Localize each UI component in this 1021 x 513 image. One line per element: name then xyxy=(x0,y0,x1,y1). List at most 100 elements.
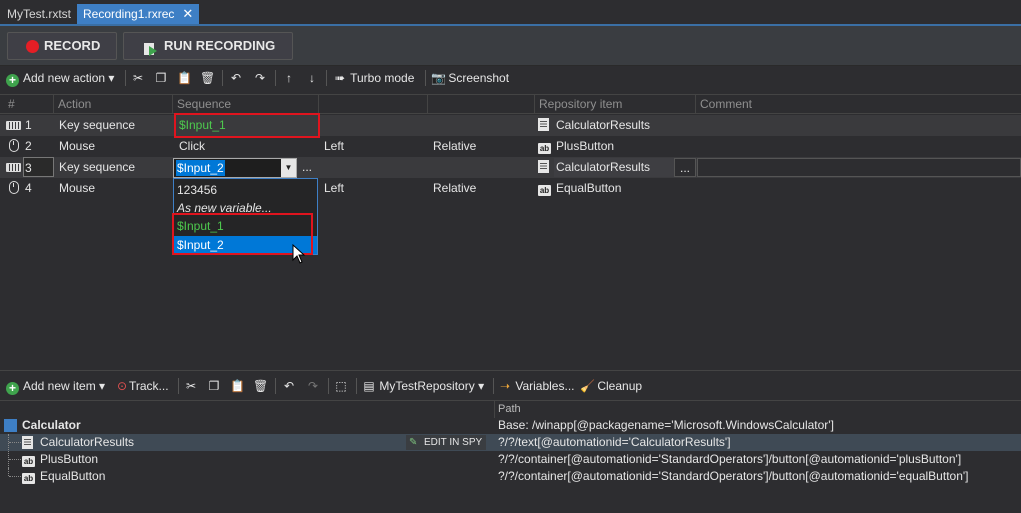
repository-icon: ▤ xyxy=(363,379,375,393)
repository-item-row[interactable]: ab EqualButton ?/?/container[@automation… xyxy=(0,468,1021,485)
sequence-more-button[interactable]: ... xyxy=(302,157,312,178)
separator xyxy=(328,378,329,394)
paste-icon[interactable]: 📋 xyxy=(230,377,245,395)
column-header-repository-item[interactable]: Repository item xyxy=(535,95,696,114)
repository-item-icon xyxy=(22,435,33,452)
undo-icon[interactable]: ↶ xyxy=(282,377,296,395)
cut-icon[interactable]: ✂ xyxy=(131,69,145,87)
add-new-action-button[interactable]: + Add new action ▾ xyxy=(6,69,114,87)
run-icon xyxy=(144,39,158,56)
action-row[interactable]: 4 Mouse Left Relative ab EqualButton xyxy=(0,178,1021,199)
redo-icon[interactable]: ↷ xyxy=(306,377,320,395)
turbo-mode-button[interactable]: ➠ Turbo mode xyxy=(333,69,414,87)
column-header-action[interactable]: Action xyxy=(54,95,173,114)
row-repository-item[interactable]: CalculatorResults xyxy=(556,115,650,136)
column-header-arg2[interactable] xyxy=(319,95,428,114)
camera-icon: 📷 xyxy=(431,71,446,85)
row-number: 3 xyxy=(23,157,54,177)
repository-item-row-selected[interactable]: CalculatorResults ✎ EDIT IN SPY ?/?/text[… xyxy=(0,434,1021,468)
dropdown-arrow-icon[interactable]: ▼ xyxy=(281,159,296,177)
repository-browse-button[interactable]: ... xyxy=(674,158,696,177)
separator xyxy=(222,70,223,86)
row-button[interactable]: Left xyxy=(324,136,344,157)
root-path: Base: /winapp[@packagename='Microsoft.Wi… xyxy=(498,418,834,432)
row-repository-item[interactable]: PlusButton xyxy=(556,136,614,157)
tree-line xyxy=(9,442,21,443)
add-new-item-button[interactable]: + Add new item ▾ xyxy=(6,377,105,395)
chevron-down-icon: ▾ xyxy=(478,379,485,393)
action-row-selected[interactable]: 3 Key sequence $Input_2 ▼ ... Calculator… xyxy=(0,157,1021,178)
button-element-icon: ab xyxy=(538,143,551,154)
separator xyxy=(125,70,126,86)
repository-item-row[interactable]: ab PlusButton ?/?/container[@automationi… xyxy=(0,451,1021,468)
row-location[interactable]: Relative xyxy=(433,136,476,157)
row-button[interactable]: Left xyxy=(324,178,344,199)
tab-label: MyTest.rxtst xyxy=(7,7,72,21)
row-repository-item[interactable]: EqualButton xyxy=(556,178,621,199)
cleanup-label: Cleanup xyxy=(597,379,643,393)
cleanup-button[interactable]: 🧹 Cleanup xyxy=(580,377,642,395)
undo-icon[interactable]: ↶ xyxy=(229,69,243,87)
row-location[interactable]: Relative xyxy=(433,178,476,199)
paste-icon[interactable]: 📋 xyxy=(177,69,192,87)
repository-item-icon xyxy=(538,157,549,178)
record-button[interactable]: RECORD xyxy=(7,32,117,60)
turbo-mode-label: Turbo mode xyxy=(350,71,415,85)
repository-grid-header: Path xyxy=(0,400,1021,418)
delete-icon[interactable]: 🗑 xyxy=(253,377,268,395)
row-action: Mouse xyxy=(59,139,96,153)
column-header-path[interactable]: Path xyxy=(498,401,521,418)
record-label: RECORD xyxy=(44,38,101,53)
copy-icon[interactable]: ❐ xyxy=(154,69,168,87)
row-number: 1 xyxy=(25,118,32,132)
run-recording-button[interactable]: RUN RECORDING xyxy=(123,32,293,60)
tab-mytest[interactable]: MyTest.rxtst xyxy=(1,4,77,24)
comment-input[interactable] xyxy=(697,158,1021,177)
repository-root-row[interactable]: Calculator Base: /winapp[@packagename='M… xyxy=(0,417,1021,434)
action-row[interactable]: 2 Mouse Click Left Relative ab PlusButto… xyxy=(0,136,1021,157)
turbo-icon: ➠ xyxy=(334,71,346,85)
variables-button[interactable]: ➝ Variables... xyxy=(498,377,575,395)
move-down-icon[interactable]: ↓ xyxy=(305,69,319,87)
tree-line xyxy=(9,476,21,477)
application-folder-icon xyxy=(4,419,17,432)
column-header-sequence[interactable]: Sequence xyxy=(173,95,319,114)
redo-icon[interactable]: ↷ xyxy=(253,69,267,87)
row-sequence[interactable]: Click xyxy=(179,136,205,157)
repository-item-name: CalculatorResults xyxy=(40,435,135,449)
keyboard-icon xyxy=(6,157,21,178)
column-header-number[interactable]: # xyxy=(4,95,54,114)
repository-selector[interactable]: ▤ MyTestRepository ▾ xyxy=(362,377,484,395)
edit-in-spy-button[interactable]: ✎ EDIT IN SPY xyxy=(406,435,487,450)
move-up-icon[interactable]: ↑ xyxy=(282,69,296,87)
button-element-icon: ab xyxy=(538,185,551,196)
row-action: Mouse xyxy=(59,181,96,195)
sequence-input-value[interactable]: $Input_2 xyxy=(176,160,225,176)
chevron-down-icon: ▾ xyxy=(108,71,115,85)
action-row[interactable]: 1 Key sequence $Input_1 CalculatorResult… xyxy=(0,115,1021,136)
copy-icon[interactable]: ❐ xyxy=(207,377,221,395)
dropdown-option[interactable]: 123456 xyxy=(174,181,317,199)
row-repository-item[interactable]: CalculatorResults xyxy=(554,158,674,177)
add-new-item-label: Add new item xyxy=(23,379,96,393)
repository-toolbar: + Add new item ▾ ⊙ Track... ✂ ❐ 📋 🗑 ↶ ↷ ⬚ … xyxy=(0,374,1021,398)
column-header-arg3[interactable] xyxy=(428,95,535,114)
edit-in-spy-label: EDIT IN SPY xyxy=(424,437,483,448)
tree-line xyxy=(9,459,21,460)
separator xyxy=(493,378,494,394)
screenshot-button[interactable]: 📷 Screenshot xyxy=(431,69,509,87)
action-grid-header: # Action Sequence Repository item Commen… xyxy=(0,94,1021,114)
track-button[interactable]: ⊙ Track... xyxy=(115,377,169,395)
cut-icon[interactable]: ✂ xyxy=(184,377,198,395)
recording-toolbar: RECORD RUN RECORDING xyxy=(0,26,1021,66)
column-header-comment[interactable]: Comment xyxy=(696,95,1021,114)
tab-recording1[interactable]: Recording1.rxrec ✕ xyxy=(77,4,200,24)
delete-icon[interactable]: 🗑 xyxy=(200,69,215,87)
sequence-combobox[interactable]: $Input_2 ▼ xyxy=(173,158,297,178)
track-label: Track... xyxy=(129,379,169,393)
action-toolbar: + Add new action ▾ ✂ ❐ 📋 🗑 ↶ ↷ ↑ ↓ ➠ Turb… xyxy=(0,66,1021,90)
document-tab-bar: MyTest.rxtst Recording1.rxrec ✕ xyxy=(0,0,1021,26)
highlight-element-icon[interactable]: ⬚ xyxy=(334,377,348,395)
panel-splitter[interactable] xyxy=(0,370,1021,371)
close-icon[interactable]: ✕ xyxy=(182,4,193,24)
